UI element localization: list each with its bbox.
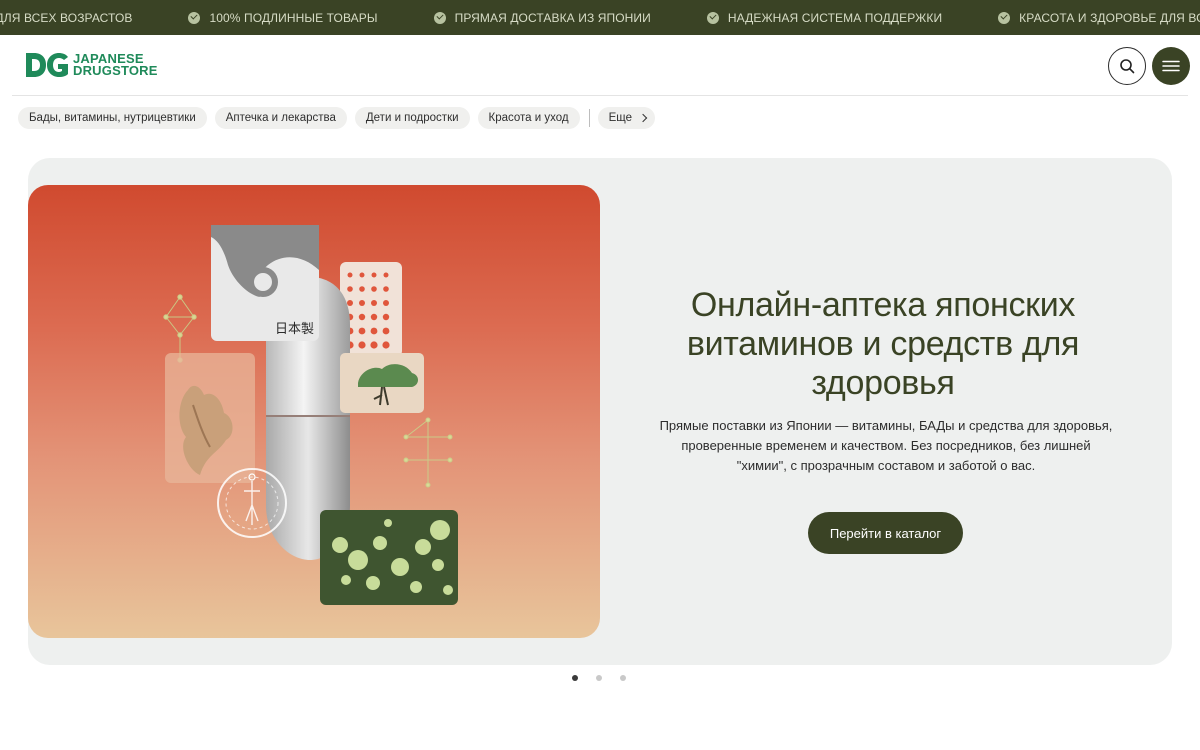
- ticker-item: ПРЯМАЯ ДОСТАВКА ИЗ ЯПОНИИ: [433, 11, 651, 25]
- search-button[interactable]: [1108, 47, 1146, 85]
- search-icon: [1120, 59, 1135, 74]
- carousel-dot-2[interactable]: [596, 675, 602, 681]
- category-more-button[interactable]: Еще: [597, 107, 656, 129]
- logo-wordmark: JAPANESE DRUGSTORE: [73, 51, 158, 78]
- category-nav: Бады, витамины, нутрицевтики Аптечка и л…: [18, 107, 663, 129]
- category-divider: [588, 109, 590, 127]
- category-chip-supplements[interactable]: Бады, витамины, нутрицевтики: [18, 107, 207, 129]
- ticker-track: Е ДЛЯ ВСЕХ ВОЗРАСТОВ 100% ПОДЛИННЫЕ ТОВА…: [0, 0, 1200, 35]
- hero-illustration: 日本製: [28, 185, 600, 638]
- catalog-button[interactable]: Перейти в каталог: [808, 512, 963, 554]
- category-chip-beauty[interactable]: Красота и уход: [477, 107, 580, 129]
- check-badge-icon: [706, 11, 719, 24]
- carousel-dot-3[interactable]: [620, 675, 626, 681]
- carousel-dots: [572, 675, 644, 681]
- category-chip-kids[interactable]: Дети и подростки: [354, 107, 470, 129]
- category-chip-medicine[interactable]: Аптечка и лекарства: [214, 107, 347, 129]
- more-label: Еще: [608, 112, 633, 124]
- check-badge-icon: [998, 11, 1011, 24]
- ticker-item: 100% ПОДЛИННЫЕ ТОВАРЫ: [188, 11, 377, 25]
- chevron-right-icon: [638, 113, 648, 123]
- carousel-dot-1[interactable]: [572, 675, 578, 681]
- header-divider: [12, 95, 1188, 96]
- announcement-ticker: Е ДЛЯ ВСЕХ ВОЗРАСТОВ 100% ПОДЛИННЫЕ ТОВА…: [0, 0, 1200, 35]
- ticker-item: КРАСОТА И ЗДОРОВЬЕ ДЛЯ ВСЕХ ВОЗРАСТОВ: [998, 11, 1200, 25]
- hero-description: Прямые поставки из Японии — витамины, БА…: [659, 418, 1113, 473]
- ticker-item: НАДЕЖНАЯ СИСТЕМА ПОДДЕРЖКИ: [706, 11, 942, 25]
- check-badge-icon: [188, 11, 201, 24]
- site-header: JAPANESE DRUGSTORE: [0, 35, 1200, 96]
- ticker-item: Е ДЛЯ ВСЕХ ВОЗРАСТОВ: [0, 10, 133, 25]
- hamburger-icon: [1162, 60, 1180, 72]
- hero-title: Онлайн-аптека японских витаминов и средс…: [686, 286, 1080, 402]
- logo-mark-icon: [26, 53, 68, 77]
- check-badge-icon: [433, 11, 446, 24]
- hero-banner: 日本製 Онлайн-аптека японских витаминов и с…: [28, 158, 1172, 665]
- site-logo[interactable]: JAPANESE DRUGSTORE: [24, 51, 158, 79]
- hero-collage-image: 日本製: [163, 225, 458, 605]
- menu-button[interactable]: [1152, 47, 1190, 85]
- made-in-japan-label: 日本製: [275, 322, 314, 337]
